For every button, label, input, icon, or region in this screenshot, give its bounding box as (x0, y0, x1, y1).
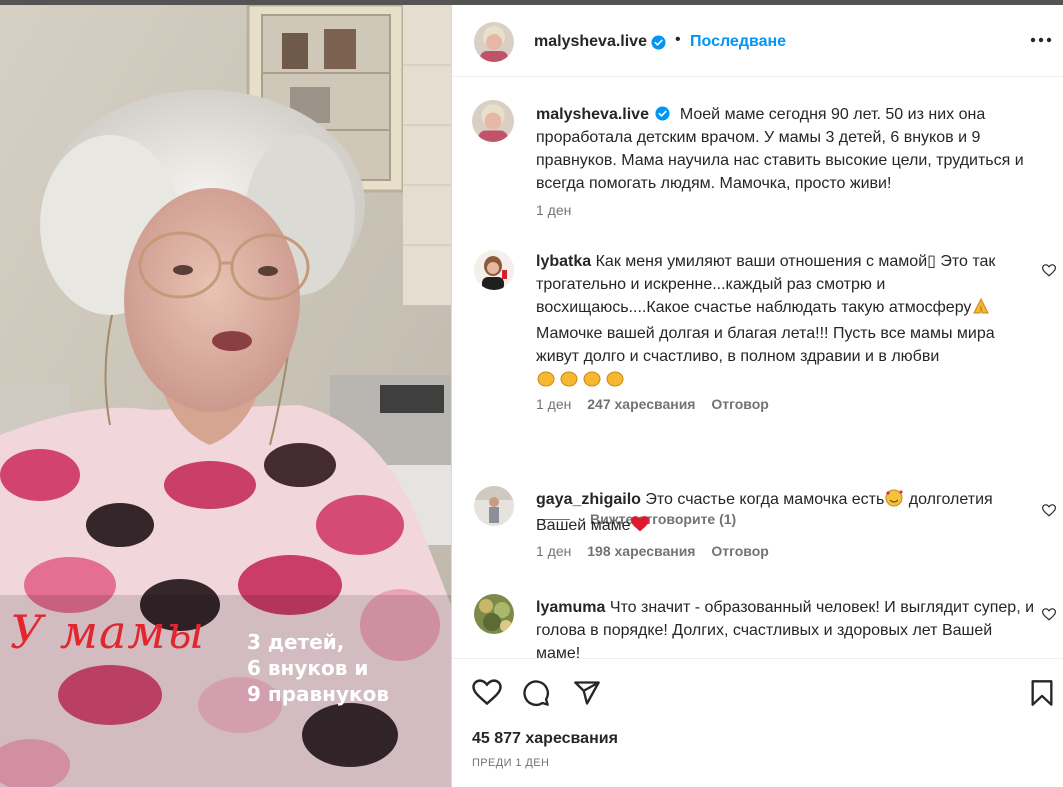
pray-emoji-icon (971, 297, 991, 322)
comment-likes[interactable]: 198 харесвания (587, 543, 695, 559)
caption-time[interactable]: 1 ден (536, 202, 571, 218)
clap-emoji-icon (536, 368, 628, 395)
follow-button[interactable]: Последване (690, 33, 786, 51)
heart-icon[interactable] (472, 679, 502, 706)
media-overlay-title: У мамы (10, 605, 206, 659)
comment-text: gaya_zhigailo Это счастье когда мамочка … (536, 488, 1036, 540)
share-icon[interactable] (573, 679, 601, 707)
media-line-3: 9 правнуков (247, 682, 389, 706)
comment-meta: 1 ден 198 харесвания Отговор (536, 543, 781, 559)
more-options-icon[interactable] (1030, 35, 1052, 45)
comment-username[interactable]: gaya_zhigailo (536, 491, 641, 508)
verified-badge-icon (651, 35, 666, 50)
comment-avatar[interactable] (474, 486, 514, 526)
post-panel: malysheva.live • Последване malysheva.li… (451, 5, 1063, 787)
verified-badge-icon (655, 106, 670, 121)
smiling-hearts-emoji-icon (884, 489, 904, 514)
caption-username[interactable]: malysheva.live (536, 106, 649, 123)
author-avatar[interactable] (474, 22, 514, 62)
comment-body-cont: Мамочке вашей долгая и благая лета!!! Пу… (536, 325, 995, 365)
bookmark-icon[interactable] (1030, 679, 1054, 707)
comment-likes[interactable]: 247 харесвания (587, 396, 695, 412)
comment-like-heart-icon[interactable] (1042, 504, 1056, 517)
post-actions: 45 877 харесвания ПРЕДИ 1 ДЕН (452, 658, 1063, 787)
author-username[interactable]: malysheva.live (534, 33, 647, 51)
comment-meta: 1 ден 247 харесвания Отговор (536, 396, 781, 412)
caption-avatar[interactable] (472, 100, 514, 142)
comment-body: Это счастье когда мамочка есть (645, 491, 885, 508)
comment-body: Как меня умиляют ваши отношения с мамой▯… (536, 253, 996, 316)
comment-time[interactable]: 1 ден (536, 396, 571, 412)
reply-button[interactable]: Отговор (711, 543, 768, 559)
post-header: malysheva.live • Последване (452, 5, 1063, 77)
comment-text: lyamuma Что значит - образованный челове… (536, 596, 1036, 658)
media-overlay-text: 3 детей, 6 внуков и 9 правнуков (247, 629, 389, 707)
post-caption: malysheva.live Моей маме сегодня 90 лет.… (536, 103, 1046, 195)
post-timestamp: ПРЕДИ 1 ДЕН (472, 757, 550, 769)
red-heart-emoji-icon (630, 515, 650, 540)
comment-username[interactable]: lyamuma (536, 599, 605, 616)
caption-meta: 1 ден (536, 202, 583, 218)
comments-list[interactable]: malysheva.live Моей маме сегодня 90 лет.… (452, 78, 1063, 658)
post-likes-count[interactable]: 45 877 харесвания (472, 730, 618, 748)
comment-like-heart-icon[interactable] (1042, 608, 1056, 621)
media-line-2: 6 внуков и (247, 656, 369, 680)
media-line-1: 3 детей, (247, 630, 345, 654)
comment-avatar[interactable] (474, 250, 514, 290)
comment-icon[interactable] (522, 679, 550, 707)
comment-avatar[interactable] (474, 594, 514, 634)
comment-text: lybatka Как меня умиляют ваши отношения … (536, 250, 1036, 395)
comment-time[interactable]: 1 ден (536, 543, 571, 559)
post-media[interactable]: У мамы 3 детей, 6 внуков и 9 правнуков (0, 5, 451, 787)
header-separator: • (675, 31, 681, 48)
comment-username[interactable]: lybatka (536, 253, 591, 270)
reply-button[interactable]: Отговор (711, 396, 768, 412)
comment-like-heart-icon[interactable] (1042, 264, 1056, 277)
comment-body: Что значит - образованный человек! И выг… (536, 599, 1035, 658)
